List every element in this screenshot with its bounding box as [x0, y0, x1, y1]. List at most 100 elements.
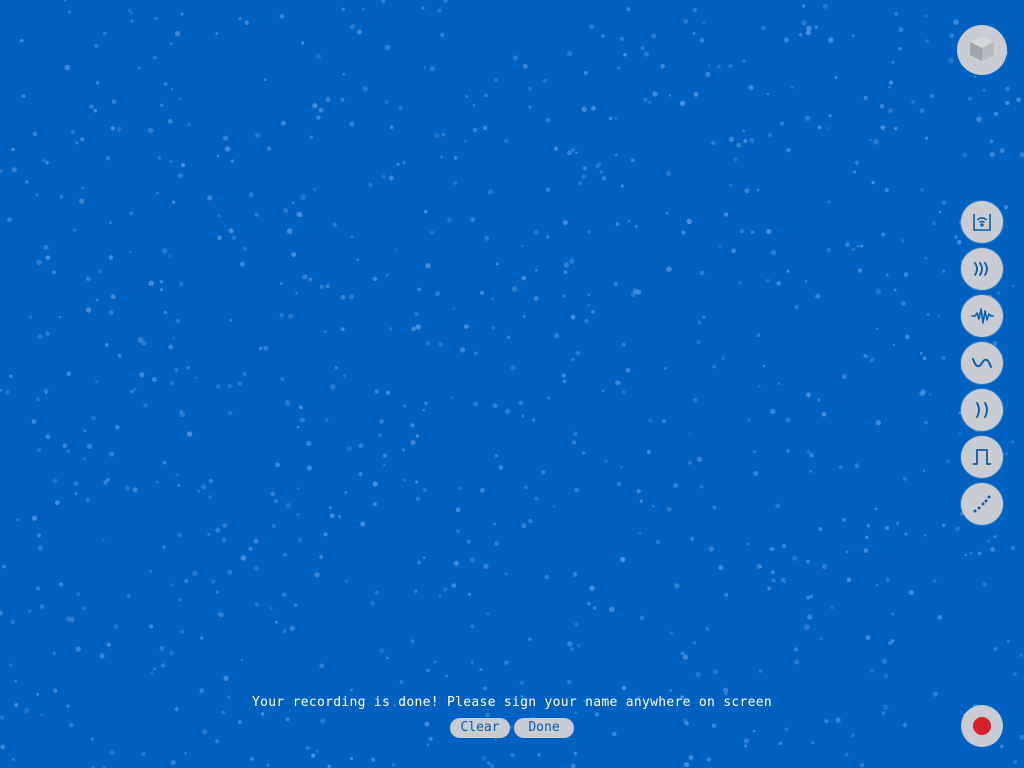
particle — [702, 21, 706, 25]
particle — [9, 663, 13, 667]
particle — [756, 333, 761, 338]
particle — [63, 0, 67, 2]
particle — [370, 600, 375, 606]
particle — [199, 688, 205, 694]
particle — [873, 139, 879, 145]
particle — [852, 248, 855, 251]
particle — [523, 315, 526, 318]
particle — [348, 121, 355, 127]
particle — [40, 713, 44, 717]
tool-noise-wave[interactable] — [961, 295, 1003, 337]
particle — [154, 16, 158, 21]
tool-parentheses[interactable] — [961, 389, 1003, 431]
particle — [942, 523, 946, 528]
particle — [480, 488, 485, 493]
particle — [510, 753, 515, 758]
particle — [775, 503, 781, 509]
particle — [159, 280, 164, 284]
particle — [327, 764, 331, 768]
particle — [766, 92, 770, 96]
particle — [574, 487, 579, 493]
particle — [424, 401, 428, 405]
particle — [452, 307, 456, 310]
particle — [771, 578, 776, 583]
particle — [728, 64, 733, 68]
tool-dots[interactable] — [961, 483, 1003, 525]
particle — [993, 535, 997, 539]
particle — [379, 419, 384, 424]
particle — [348, 294, 355, 300]
particle — [846, 577, 852, 583]
particle — [170, 87, 174, 91]
particle — [280, 377, 285, 382]
particle — [752, 470, 759, 476]
particle — [306, 440, 312, 446]
particle — [1004, 452, 1009, 456]
particle — [52, 651, 56, 655]
particle — [283, 208, 289, 214]
particle — [239, 261, 245, 267]
done-button[interactable]: Done — [514, 718, 574, 738]
tool-sound-waves[interactable] — [961, 248, 1003, 290]
particle — [76, 592, 81, 596]
particle — [443, 587, 448, 592]
particle — [806, 614, 813, 620]
particle — [349, 756, 354, 761]
particle — [216, 155, 220, 158]
particle — [382, 453, 387, 458]
particle — [224, 146, 231, 152]
particle — [52, 688, 58, 693]
tool-wifi-box[interactable] — [961, 201, 1003, 243]
particle — [572, 440, 577, 445]
particle — [888, 640, 893, 646]
particle — [885, 273, 889, 277]
particle — [611, 731, 617, 737]
particle — [925, 39, 929, 43]
particle — [523, 64, 528, 69]
particle — [542, 78, 548, 84]
particle-field[interactable] — [0, 0, 1024, 768]
particle — [584, 318, 589, 324]
particle — [134, 387, 137, 391]
particle — [238, 17, 242, 21]
particle — [573, 751, 578, 756]
cube-button[interactable] — [957, 25, 1007, 75]
clear-button[interactable]: Clear — [450, 718, 510, 738]
particle — [244, 20, 249, 25]
particle — [69, 722, 74, 728]
particle — [692, 8, 697, 13]
particle — [822, 3, 828, 9]
particle — [415, 480, 419, 484]
particle — [953, 19, 959, 25]
particle — [342, 73, 346, 76]
particle — [857, 268, 862, 273]
particle — [157, 156, 162, 160]
particle — [374, 590, 379, 595]
particle — [575, 350, 581, 356]
particle — [574, 622, 579, 627]
particle — [384, 100, 389, 105]
record-button[interactable] — [961, 705, 1003, 747]
particle — [989, 151, 996, 158]
particle — [411, 326, 416, 332]
particle — [814, 25, 819, 29]
particle — [343, 374, 346, 378]
particle — [901, 238, 905, 243]
tool-sine-wave[interactable] — [961, 342, 1003, 384]
particle — [601, 176, 607, 181]
particle — [894, 126, 898, 131]
tool-square-wave[interactable] — [961, 436, 1003, 478]
particle — [956, 239, 962, 245]
particle — [32, 131, 38, 137]
particle — [783, 580, 787, 584]
particle — [924, 533, 927, 537]
particle — [528, 518, 533, 524]
particle — [1010, 440, 1015, 444]
particle — [199, 636, 204, 640]
particle — [904, 532, 908, 536]
particle — [97, 269, 102, 274]
particle — [594, 712, 600, 717]
particle — [328, 506, 332, 510]
particle — [769, 548, 772, 551]
particle — [482, 686, 488, 691]
